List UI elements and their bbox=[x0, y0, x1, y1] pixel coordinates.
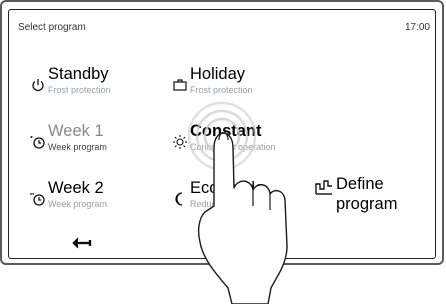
program-description: Frost protection bbox=[190, 85, 253, 95]
clock-time: 17:00 bbox=[404, 22, 430, 33]
program-name: Constant bbox=[190, 122, 262, 140]
program-name: Week 1 bbox=[48, 122, 104, 140]
program-name: Week 2 bbox=[48, 179, 104, 197]
define-program-button[interactable]: Define program bbox=[314, 174, 424, 218]
program-name: Holiday bbox=[190, 65, 246, 83]
program-description: Frost protection bbox=[48, 85, 111, 95]
program-description: Reduced operation bbox=[190, 199, 267, 209]
program-name: Eco mode bbox=[190, 179, 265, 197]
program-week-1[interactable]: Week 1 Week program bbox=[30, 122, 150, 158]
define-program-label: Define program bbox=[336, 175, 398, 213]
define-program-icon bbox=[315, 180, 332, 195]
program-eco-mode[interactable]: Eco mode Reduced operation bbox=[172, 179, 302, 215]
program-standby[interactable]: Standby Frost protection bbox=[30, 65, 150, 101]
program-week-2[interactable]: Week 2 Week program bbox=[30, 179, 150, 215]
clock-1-icon bbox=[30, 136, 45, 149]
back-arrow-icon[interactable] bbox=[70, 236, 92, 250]
program-description: Week program bbox=[48, 199, 107, 209]
clock-2-icon bbox=[30, 193, 45, 206]
power-icon bbox=[32, 79, 44, 92]
program-constant[interactable]: Constant Continuous operation bbox=[172, 122, 312, 158]
program-description: Continuous operation bbox=[190, 142, 276, 152]
moon-icon bbox=[175, 192, 183, 206]
page-title: Select program bbox=[18, 22, 86, 33]
program-holiday[interactable]: Holiday Frost protection bbox=[172, 65, 292, 101]
sun-icon bbox=[173, 135, 187, 149]
program-description: Week program bbox=[48, 142, 107, 152]
program-name: Standby bbox=[48, 65, 109, 83]
status-bar: Select program 17:00 bbox=[18, 22, 430, 38]
suitcase-icon bbox=[173, 79, 187, 91]
